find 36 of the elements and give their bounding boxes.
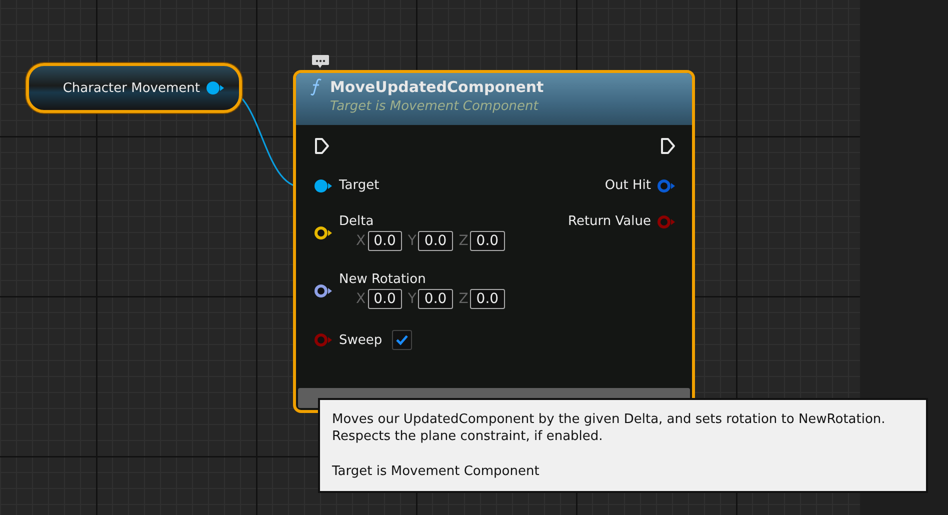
axis-label: X xyxy=(356,291,366,307)
number-field[interactable]: 0.0 xyxy=(418,231,453,251)
number-field[interactable]: 0.0 xyxy=(470,289,505,309)
variable-node[interactable]: Character Movement xyxy=(26,63,242,113)
axis-label: Z xyxy=(458,233,468,249)
pin-label: Target xyxy=(339,178,380,193)
function-icon xyxy=(310,78,322,96)
node-title: MoveUpdatedComponent xyxy=(330,78,544,96)
tooltip-text: Moves our UpdatedComponent by the given Delta, and sets rotation to NewRotation. Respects the plane constraint, if enabled. xyxy=(332,412,886,446)
tooltip-text: Target is Movement Component xyxy=(332,464,540,481)
pin-icon[interactable] xyxy=(314,284,333,298)
exec-pin-icon[interactable] xyxy=(660,137,676,155)
pin-label: New Rotation xyxy=(339,272,427,287)
pin-label: Out Hit xyxy=(604,178,651,193)
exec-pin-icon[interactable] xyxy=(314,137,330,155)
pin-icon[interactable] xyxy=(206,81,225,95)
number-field[interactable]: 0.0 xyxy=(368,289,402,309)
graph-canvas[interactable] xyxy=(0,0,948,515)
node-label: Character Movement xyxy=(62,80,200,96)
node-subtitle: Target is Movement Component xyxy=(329,99,540,114)
function-node[interactable]: MoveUpdatedComponent Target is Movement Component Target Out Hit Delta X 0.0 Y 0.0 Z 0.0 Return Value New Rotation X 0.0 Y 0.0 Z 0.0 Sweep xyxy=(293,70,695,413)
axis-label: Z xyxy=(458,291,468,307)
pin-icon[interactable] xyxy=(314,226,333,240)
pin-label: Sweep xyxy=(339,332,382,348)
pin-icon[interactable] xyxy=(314,178,333,192)
number-field[interactable]: 0.0 xyxy=(470,231,505,251)
axis-label: Y xyxy=(408,291,416,307)
axis-label: Y xyxy=(408,233,416,249)
pin-label: Delta xyxy=(339,214,375,229)
checkmark-icon xyxy=(395,334,410,346)
number-field[interactable]: 0.0 xyxy=(368,231,402,251)
pin-label: Return Value xyxy=(568,214,651,229)
comment-bubble-icon[interactable] xyxy=(311,54,330,70)
checkbox[interactable] xyxy=(392,330,412,350)
axis-label: X xyxy=(356,233,366,249)
number-field[interactable]: 0.0 xyxy=(418,289,453,309)
